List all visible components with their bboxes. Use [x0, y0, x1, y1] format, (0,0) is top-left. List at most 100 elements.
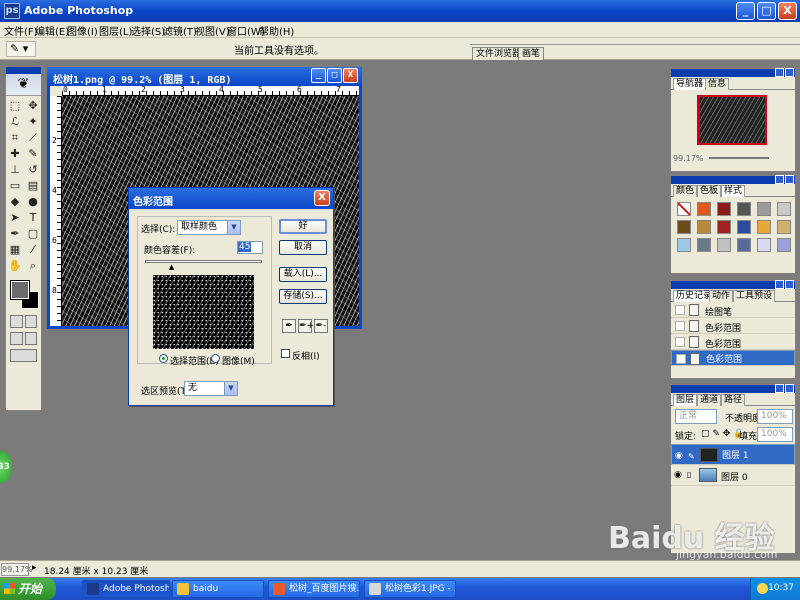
- style-swatch[interactable]: [737, 238, 751, 252]
- taskbar-item[interactable]: baidu: [172, 580, 264, 598]
- quick-mask-button[interactable]: [24, 315, 37, 328]
- history-brush-icon[interactable]: ↺: [25, 162, 41, 177]
- dodge-tool-icon[interactable]: ●: [25, 194, 41, 209]
- palette-minimize-icon[interactable]: [775, 68, 784, 77]
- status-doc-icon[interactable]: ▸: [32, 563, 37, 573]
- start-button[interactable]: 开始: [0, 578, 56, 600]
- style-swatch[interactable]: [697, 220, 711, 234]
- history-source-box[interactable]: [675, 337, 685, 347]
- tab-color[interactable]: 颜色: [673, 185, 698, 197]
- style-swatch[interactable]: [737, 220, 751, 234]
- navigator-thumbnail[interactable]: [697, 95, 767, 145]
- ok-button[interactable]: 好: [279, 219, 327, 234]
- select-dropdown[interactable]: 取样颜色 ▼: [177, 220, 241, 235]
- palette-close-icon[interactable]: [785, 175, 794, 184]
- palette-close-icon[interactable]: [785, 68, 794, 77]
- selection-preview-dropdown[interactable]: 无 ▼: [184, 381, 238, 396]
- horizontal-ruler[interactable]: 0 1 2 3 4 5 6 7: [62, 85, 359, 96]
- taskbar-item[interactable]: Adobe Photoshop: [82, 580, 170, 598]
- layer-row[interactable]: ◉ ✎ 图层 1: [671, 444, 795, 465]
- menu-help[interactable]: 帮助(H): [259, 23, 294, 38]
- maximize-button[interactable]: □: [757, 2, 776, 20]
- radio-image[interactable]: [211, 354, 220, 363]
- fuzziness-slider-thumb[interactable]: ▲: [169, 264, 175, 271]
- invert-checkbox[interactable]: [281, 349, 290, 358]
- crop-tool-icon[interactable]: ⌗: [7, 130, 23, 145]
- palette-caption[interactable]: [671, 175, 795, 184]
- fuzziness-slider[interactable]: [145, 260, 262, 263]
- navigator-zoom-slider[interactable]: [709, 157, 769, 159]
- healing-brush-icon[interactable]: ✚: [7, 146, 23, 161]
- style-swatch[interactable]: [717, 238, 731, 252]
- vertical-ruler[interactable]: 2 4 6 8: [50, 96, 62, 326]
- style-swatch[interactable]: [777, 220, 791, 234]
- clone-stamp-icon[interactable]: ⊥: [7, 162, 23, 177]
- palette-minimize-icon[interactable]: [775, 175, 784, 184]
- blend-mode-dropdown[interactable]: 正常: [675, 409, 717, 424]
- lock-icons[interactable]: ▢ ✎ ✥ 🔒: [701, 429, 744, 439]
- navigator-zoom[interactable]: 99.17%: [673, 154, 704, 163]
- style-swatch[interactable]: [757, 202, 771, 216]
- style-swatch[interactable]: [677, 238, 691, 252]
- minimize-button[interactable]: _: [736, 2, 755, 20]
- eyedropper-minus-icon[interactable]: ✒-: [314, 319, 328, 333]
- magic-wand-tool-icon[interactable]: ✦: [25, 114, 41, 129]
- tray-icon[interactable]: [757, 583, 768, 594]
- screen-mode-standard-button[interactable]: [10, 332, 23, 345]
- taskbar-item[interactable]: 松树_百度图片搜...: [268, 580, 360, 598]
- dialog-title-bar[interactable]: 色彩范围 X: [129, 188, 333, 209]
- shape-tool-icon[interactable]: ▢: [25, 226, 41, 241]
- tab-layers[interactable]: 图层: [673, 394, 698, 406]
- tab-info[interactable]: 信息: [705, 78, 730, 90]
- menu-view[interactable]: 视图(V): [195, 23, 230, 38]
- tab-brushes[interactable]: 画笔: [518, 47, 545, 60]
- history-item[interactable]: 绘图笔: [671, 302, 795, 318]
- style-swatch[interactable]: [677, 202, 691, 216]
- adobe-online-icon[interactable]: ❦: [6, 74, 41, 96]
- history-source-box[interactable]: [675, 305, 685, 315]
- history-item[interactable]: 色彩范围: [671, 334, 795, 350]
- lasso-tool-icon[interactable]: ℒ: [7, 114, 23, 129]
- notes-tool-icon[interactable]: ▦: [7, 242, 23, 257]
- tab-tool-presets[interactable]: 工具预设: [733, 290, 776, 302]
- eyedropper-icon[interactable]: ✒: [282, 319, 296, 333]
- fuzziness-input[interactable]: 45: [237, 241, 263, 254]
- palette-close-icon[interactable]: [785, 280, 794, 289]
- close-button[interactable]: X: [778, 2, 797, 20]
- jump-to-imageready-button[interactable]: [10, 349, 37, 362]
- radio-image-label[interactable]: 图像(M): [222, 354, 255, 367]
- cancel-button[interactable]: 取消: [279, 240, 327, 255]
- hand-tool-icon[interactable]: ✋: [7, 258, 23, 273]
- tab-paths[interactable]: 路径: [721, 394, 746, 406]
- path-select-icon[interactable]: ➤: [7, 210, 23, 225]
- tab-navigator[interactable]: 导航器: [673, 78, 707, 90]
- menu-filter[interactable]: 滤镜(T): [163, 23, 197, 38]
- style-swatch[interactable]: [677, 220, 691, 234]
- doc-minimize-button[interactable]: _: [311, 68, 326, 83]
- load-button[interactable]: 载入(L)...: [279, 267, 327, 282]
- standard-mode-button[interactable]: [10, 315, 23, 328]
- style-swatch[interactable]: [697, 238, 711, 252]
- pen-tool-icon[interactable]: ✒: [7, 226, 23, 241]
- style-swatch[interactable]: [757, 220, 771, 234]
- dialog-close-button[interactable]: X: [314, 190, 330, 206]
- zoom-tool-icon[interactable]: ⌕: [25, 258, 41, 273]
- tab-styles[interactable]: 样式: [721, 185, 746, 197]
- fill-input[interactable]: 100%: [757, 427, 793, 442]
- menu-image[interactable]: 图像(I): [67, 23, 98, 38]
- tool-preset-picker[interactable]: ✎ ▾: [6, 41, 36, 57]
- style-swatch[interactable]: [717, 202, 731, 216]
- menu-edit[interactable]: 编辑(E): [35, 23, 69, 38]
- style-swatch[interactable]: [757, 238, 771, 252]
- style-swatch[interactable]: [737, 202, 751, 216]
- doc-maximize-button[interactable]: □: [327, 68, 342, 83]
- marquee-tool-icon[interactable]: ⬚: [7, 98, 23, 113]
- style-swatch[interactable]: [717, 220, 731, 234]
- gradient-tool-icon[interactable]: ▤: [25, 178, 41, 193]
- palette-minimize-icon[interactable]: [775, 280, 784, 289]
- slice-tool-icon[interactable]: ⟋: [25, 130, 41, 145]
- toolbox-caption[interactable]: [6, 67, 41, 74]
- tab-swatches[interactable]: 色板: [697, 185, 722, 197]
- history-item[interactable]: 色彩范围: [671, 350, 795, 366]
- doc-close-button[interactable]: X: [343, 68, 358, 83]
